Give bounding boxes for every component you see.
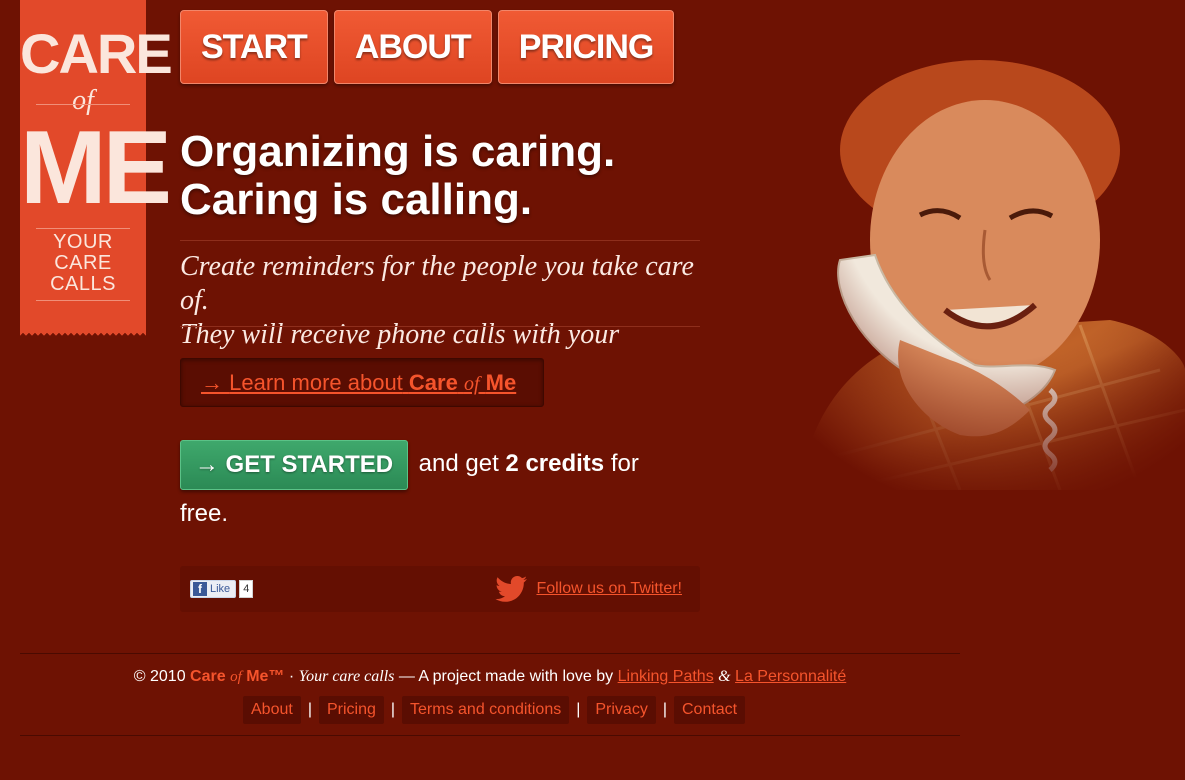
logo-tagline-2: CARE [54, 252, 112, 274]
footer-divider [20, 653, 960, 654]
learn-more-prefix: Learn more about [229, 370, 403, 395]
learn-more-brand-care: Care [408, 370, 458, 395]
nav-pricing-button[interactable]: PRICING [497, 10, 675, 84]
footer-link-contact[interactable]: Contact [673, 696, 746, 724]
nav-start-button[interactable]: START [180, 10, 328, 84]
logo[interactable]: CARE of ME YOUR CARE CALLS [20, 0, 173, 338]
page: CARE of ME YOUR CARE CALLS START ABOUT P… [0, 0, 1185, 780]
facebook-like-button[interactable]: f Like [190, 580, 237, 598]
footer-link-terms[interactable]: Terms and conditions [402, 696, 570, 724]
twitter-follow-link[interactable]: Follow us on Twitter! [536, 576, 682, 602]
cta-credits: 2 credits [505, 450, 605, 477]
cta-row: → GET STARTED and get 2 credits for free… [180, 440, 680, 537]
footer-brand-me: Me™ [246, 668, 285, 685]
footer-brand: Care of Me™ [190, 668, 284, 685]
twitter-follow: Follow us on Twitter! [494, 576, 682, 602]
get-started-button[interactable]: → GET STARTED [180, 440, 408, 490]
footer-link-about[interactable]: About [243, 696, 301, 724]
footer-link-privacy[interactable]: Privacy [587, 696, 656, 724]
cta-text-before: and get [418, 450, 499, 477]
headline-line-2: Caring is calling. [180, 175, 533, 224]
footer-copyright: © 2010 Care of Me™ · Your care calls — A… [0, 666, 980, 688]
facebook-like-widget: f Like 4 [190, 580, 254, 598]
footer-separator: | [662, 701, 667, 718]
learn-more-brand-me: Me [485, 370, 517, 395]
elderly-woman-on-phone-photo [780, 40, 1185, 490]
arrow-right-icon: → [201, 370, 223, 395]
logo-tagline-3: CALLS [50, 273, 116, 295]
facebook-like-label: Like [210, 583, 231, 595]
social-bar: f Like 4 Follow us on Twitter! [180, 566, 700, 612]
page-headline: Organizing is caring. Caring is calling. [180, 128, 700, 224]
footer-links: About | Pricing | Terms and conditions |… [243, 696, 746, 724]
copyright-year: © 2010 [133, 668, 186, 685]
logo-tagline: YOUR CARE CALLS [20, 232, 146, 295]
logo-divider [36, 228, 130, 229]
logo-tagline-1: YOUR [53, 231, 113, 253]
logo-care: CARE [20, 22, 173, 85]
logo-divider [36, 300, 130, 301]
footer-divider [20, 735, 960, 736]
la-personnalite-link[interactable]: La Personnalité [735, 668, 846, 685]
linking-paths-link[interactable]: Linking Paths [618, 668, 714, 685]
twitter-bird-icon[interactable] [494, 576, 528, 602]
main-nav: START ABOUT PRICING [180, 10, 675, 84]
footer-link-pricing[interactable]: Pricing [318, 696, 384, 724]
footer-ampersand: & [718, 668, 731, 685]
footer-made-by: — A project made with love by [398, 668, 614, 685]
facebook-icon: f [193, 582, 207, 596]
footer-separator: | [576, 701, 581, 718]
footer-tagline: Your care calls [298, 668, 395, 685]
footer-brand-care: Care [190, 668, 226, 685]
footer-separator: | [390, 701, 396, 718]
footer-separator: | [307, 701, 312, 718]
footer-dot: · [288, 668, 295, 685]
learn-more-link[interactable]: → Learn more about Care of Me [180, 358, 544, 407]
nav-about-button[interactable]: ABOUT [333, 10, 492, 84]
facebook-like-count: 4 [239, 580, 254, 598]
subline-line-1: Create reminders for the people you take… [180, 251, 694, 316]
divider [180, 326, 700, 327]
divider [180, 240, 700, 241]
footer-brand-of: of [230, 669, 242, 685]
logo-divider [36, 104, 130, 105]
logo-me: ME [20, 110, 172, 226]
headline-line-1: Organizing is caring. [180, 127, 616, 176]
learn-more-brand-of: of [463, 373, 480, 395]
